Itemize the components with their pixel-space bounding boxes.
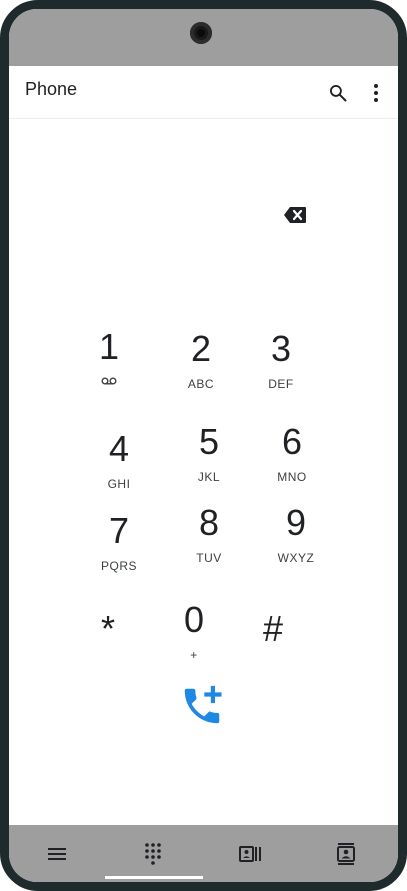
bottom-navigation	[9, 825, 398, 882]
key-letters: +	[190, 648, 198, 662]
key-digit: 7	[108, 510, 130, 551]
contact-card-icon	[337, 842, 355, 865]
nav-contacts-list[interactable]	[220, 825, 280, 882]
contacts-list-icon	[239, 845, 261, 862]
dial-key-star[interactable]: *	[73, 609, 143, 649]
key-digit: 3	[270, 328, 292, 369]
status-bar	[9, 9, 398, 66]
key-letters: GHI	[107, 477, 131, 491]
backspace-button[interactable]	[282, 205, 308, 225]
dial-key-2[interactable]: 2 ABC	[166, 328, 236, 392]
app-bar: Phone	[9, 66, 398, 119]
front-camera-icon	[190, 22, 212, 44]
key-letters: WXYZ	[277, 551, 315, 565]
nav-dialpad[interactable]	[123, 825, 183, 882]
add-call-icon	[184, 685, 222, 724]
nav-menu[interactable]	[27, 825, 87, 882]
key-letters: PQRS	[100, 559, 137, 573]
screen: Phone 1 2 ABC 3 DEF 4 GHI 5 JKL 6 MNO 7 …	[9, 9, 398, 882]
active-tab-indicator	[105, 876, 203, 879]
key-digit: 8	[198, 502, 220, 543]
dial-key-1[interactable]: 1	[74, 327, 144, 385]
voicemail-icon	[101, 377, 117, 385]
dial-key-5[interactable]: 5 JKL	[174, 421, 244, 485]
key-digit: #	[262, 608, 284, 649]
device-frame: Phone 1 2 ABC 3 DEF 4 GHI 5 JKL 6 MNO 7 …	[0, 0, 407, 891]
menu-icon	[48, 847, 66, 860]
dial-key-8[interactable]: 8 TUV	[174, 502, 244, 566]
key-letters: DEF	[268, 377, 294, 391]
key-letters: JKL	[197, 470, 221, 484]
more-options-button[interactable]	[363, 80, 389, 106]
dial-key-hash[interactable]: #	[238, 609, 308, 649]
key-digit: 6	[281, 421, 303, 462]
add-call-button[interactable]	[177, 681, 227, 731]
key-digit: 0	[183, 599, 205, 640]
key-digit: 1	[98, 326, 120, 367]
nav-contact-card[interactable]	[316, 825, 376, 882]
key-digit: 9	[285, 502, 307, 543]
search-icon	[330, 85, 347, 102]
dial-key-9[interactable]: 9 WXYZ	[261, 502, 331, 566]
key-digit: 5	[198, 421, 220, 462]
search-button[interactable]	[325, 80, 351, 106]
key-letters: ABC	[187, 377, 215, 391]
dial-key-7[interactable]: 7 PQRS	[84, 510, 154, 574]
backspace-icon	[284, 207, 306, 223]
dialpad-icon	[145, 842, 161, 865]
key-letters: MNO	[277, 470, 307, 484]
key-digit: *	[100, 608, 115, 649]
dial-key-3[interactable]: 3 DEF	[246, 328, 316, 392]
key-letters: TUV	[196, 551, 222, 565]
dial-key-6[interactable]: 6 MNO	[257, 421, 327, 485]
key-digit: 2	[190, 328, 212, 369]
page-title: Phone	[25, 79, 78, 99]
dial-key-4[interactable]: 4 GHI	[84, 428, 154, 492]
more-vert-icon	[374, 84, 378, 102]
dial-key-0[interactable]: 0 +	[159, 599, 229, 663]
key-digit: 4	[108, 428, 130, 469]
